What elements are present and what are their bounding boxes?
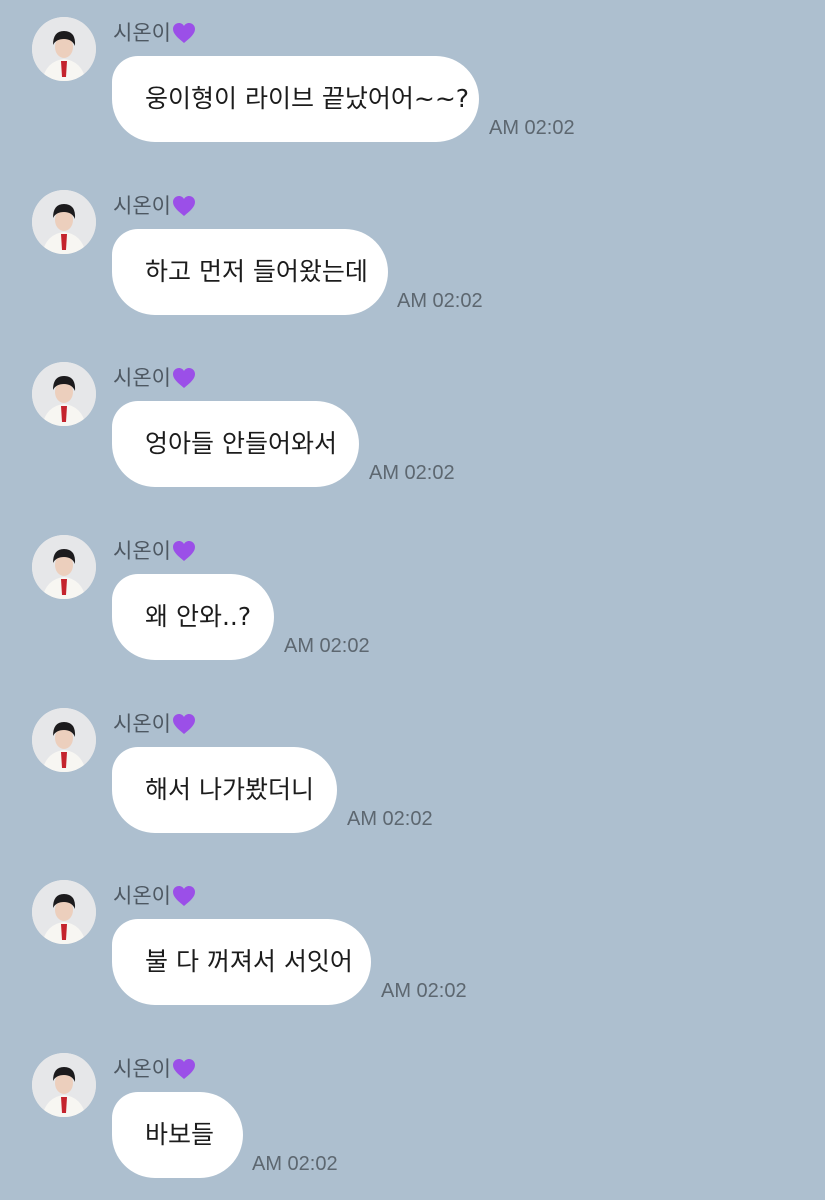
- avatar-image: [32, 708, 96, 772]
- purple-heart-icon: [172, 22, 195, 43]
- chat-area[interactable]: 시온이 웅이형이 라이브 끝났어어~~? AM 02:02 시온이 하고 먼저 …: [0, 0, 825, 1200]
- message-bubble[interactable]: 왜 안와..?: [112, 574, 274, 660]
- sender-name-text: 시온이: [113, 21, 171, 45]
- message-time: AM 02:02: [284, 635, 370, 657]
- sender-name-text: 시온이: [113, 194, 171, 218]
- message-time: AM 02:02: [369, 462, 455, 484]
- message-row: 시온이 하고 먼저 들어왔는데 AM 02:02: [0, 173, 825, 333]
- message-row: 시온이 왜 안와..? AM 02:02: [0, 518, 825, 678]
- message-time: AM 02:02: [489, 117, 575, 139]
- avatar[interactable]: [32, 708, 96, 772]
- sender-name: 시온이: [113, 364, 196, 392]
- message-row: 시온이 웅이형이 라이브 끝났어어~~? AM 02:02: [0, 0, 825, 160]
- message-row: 시온이 엉아들 안들어와서 AM 02:02: [0, 345, 825, 505]
- message-time: AM 02:02: [397, 290, 483, 312]
- sender-name: 시온이: [113, 192, 196, 220]
- message-time: AM 02:02: [252, 1153, 338, 1175]
- message-row: 시온이 바보들 AM 02:02: [0, 1036, 825, 1196]
- purple-heart-icon: [172, 367, 195, 388]
- avatar[interactable]: [32, 535, 96, 599]
- sender-name: 시온이: [113, 1055, 196, 1083]
- sender-name-text: 시온이: [113, 884, 171, 908]
- sender-name: 시온이: [113, 537, 196, 565]
- purple-heart-icon: [172, 885, 195, 906]
- purple-heart-icon: [172, 1058, 195, 1079]
- avatar[interactable]: [32, 17, 96, 81]
- sender-name-text: 시온이: [113, 1057, 171, 1081]
- message-bubble[interactable]: 해서 나가봤더니: [112, 747, 337, 833]
- message-time: AM 02:02: [347, 808, 433, 830]
- sender-name-text: 시온이: [113, 539, 171, 563]
- avatar-image: [32, 535, 96, 599]
- sender-name: 시온이: [113, 710, 196, 738]
- purple-heart-icon: [172, 195, 195, 216]
- avatar-image: [32, 362, 96, 426]
- message-bubble[interactable]: 하고 먼저 들어왔는데: [112, 229, 388, 315]
- purple-heart-icon: [172, 713, 195, 734]
- avatar-image: [32, 880, 96, 944]
- avatar-image: [32, 17, 96, 81]
- sender-name-text: 시온이: [113, 712, 171, 736]
- avatar[interactable]: [32, 362, 96, 426]
- message-bubble[interactable]: 바보들: [112, 1092, 243, 1178]
- avatar-image: [32, 1053, 96, 1117]
- message-bubble[interactable]: 엉아들 안들어와서: [112, 401, 359, 487]
- avatar[interactable]: [32, 880, 96, 944]
- sender-name: 시온이: [113, 882, 196, 910]
- sender-name-text: 시온이: [113, 366, 171, 390]
- sender-name: 시온이: [113, 19, 196, 47]
- purple-heart-icon: [172, 540, 195, 561]
- message-time: AM 02:02: [381, 980, 467, 1002]
- message-row: 시온이 해서 나가봤더니 AM 02:02: [0, 691, 825, 851]
- message-row: 시온이 불 다 꺼져서 서잇어 AM 02:02: [0, 863, 825, 1023]
- message-bubble[interactable]: 웅이형이 라이브 끝났어어~~?: [112, 56, 479, 142]
- avatar[interactable]: [32, 190, 96, 254]
- avatar-image: [32, 190, 96, 254]
- avatar[interactable]: [32, 1053, 96, 1117]
- message-bubble[interactable]: 불 다 꺼져서 서잇어: [112, 919, 371, 1005]
